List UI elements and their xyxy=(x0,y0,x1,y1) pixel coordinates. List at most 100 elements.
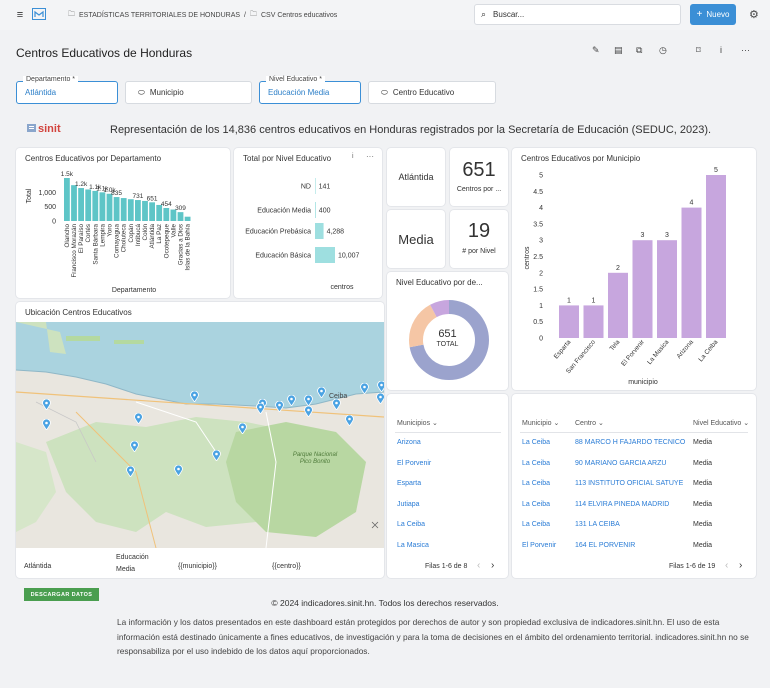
more-icon[interactable]: ··· xyxy=(741,45,750,55)
table-row[interactable]: El Porvenir 164 EL PORVENIR Media xyxy=(512,542,756,554)
app-logo-icon[interactable] xyxy=(32,8,46,20)
dept-bar xyxy=(120,198,127,221)
filter-centro[interactable]: ⬭ Centro Educativo xyxy=(368,81,496,104)
map-marker-icon[interactable] xyxy=(125,466,135,477)
filter-municipio[interactable]: ⬭ Municipio xyxy=(125,81,252,104)
cell-municipio[interactable]: La Ceiba xyxy=(522,460,550,467)
cell-centro[interactable]: 90 MARIANO GARCIA ARZU xyxy=(575,460,666,467)
col-nivel-label: Nivel Educativo xyxy=(693,420,742,427)
muni-list-item[interactable]: Jutiapa xyxy=(397,501,420,508)
nivel-category-label: Educación Básica xyxy=(255,253,311,260)
cell-municipio[interactable]: La Ceiba xyxy=(522,501,550,508)
new-button[interactable]: + Nuevo xyxy=(690,4,736,25)
map-marker-icon[interactable] xyxy=(274,401,284,412)
map-marker-icon[interactable] xyxy=(133,413,143,424)
map-marker-icon[interactable] xyxy=(173,465,183,476)
map-marker-icon[interactable] xyxy=(211,450,221,461)
next-page-icon[interactable]: › xyxy=(739,560,742,571)
muni-ytick: 3 xyxy=(539,238,543,245)
footer-copyright: © 2024 indicadores.sinit.hn. Todos los d… xyxy=(271,598,499,608)
table-row[interactable]: La Ceiba 88 MARCO H FAJARDO TECNICO Media xyxy=(512,439,756,451)
col-municipio[interactable]: Municipio ⌄ xyxy=(522,419,559,427)
external-link-icon[interactable]: ⧉ xyxy=(636,45,642,56)
history-icon[interactable]: ◷ xyxy=(659,45,667,56)
map-marker-icon[interactable] xyxy=(331,399,341,410)
cell-municipio[interactable]: La Ceiba xyxy=(522,521,550,528)
kpi-level-name: Media xyxy=(398,232,434,247)
folder-icon: 🗀 xyxy=(68,11,75,18)
prev-page-icon[interactable]: ‹ xyxy=(725,560,728,571)
muni-list-header[interactable]: Municipios ⌄ xyxy=(397,419,438,427)
cell-centro[interactable]: 113 INSTITUTO OFICIAL SATUYE xyxy=(575,480,683,487)
map-marker-icon[interactable] xyxy=(344,415,354,426)
search-input[interactable]: Buscar... xyxy=(493,10,524,19)
cell-nivel: Media xyxy=(693,480,713,487)
cell-municipio[interactable]: El Porvenir xyxy=(522,542,556,549)
muni-list-item[interactable]: La Masica xyxy=(397,542,429,549)
map-marker-icon[interactable] xyxy=(237,423,247,434)
map-marker-icon[interactable] xyxy=(255,403,265,414)
dept-bar xyxy=(142,200,148,221)
cell-centro[interactable]: 164 EL PORVENIR xyxy=(575,542,635,549)
map-marker-icon[interactable] xyxy=(303,395,313,406)
cell-centro[interactable]: 88 MARCO H FAJARDO TECNICO xyxy=(575,439,685,446)
edit-icon[interactable]: ✎ xyxy=(592,45,600,56)
search-box[interactable]: ⌕ Buscar... xyxy=(474,4,681,25)
map-area[interactable]: Ceiba Parque Nacional Pico Bonito xyxy=(16,322,384,548)
table-row[interactable]: La Ceiba 113 INSTITUTO OFICIAL SATUYE Medi… xyxy=(512,480,756,492)
muni-list-item[interactable]: Esparta xyxy=(397,480,421,487)
map-marker-icon[interactable] xyxy=(303,406,313,417)
bookmark-icon[interactable]: ⌑ xyxy=(696,45,701,56)
map-footer-municipio-template: {{municipio}} xyxy=(178,563,217,570)
gear-icon[interactable]: ⚙ xyxy=(749,8,759,21)
kpi-per-level-label: # por Nivel xyxy=(462,248,496,255)
cell-centro[interactable]: 114 ELVIRA PINEDA MADRID xyxy=(575,501,669,508)
col-centro[interactable]: Centro ⌄ xyxy=(575,419,604,427)
filter-nivel[interactable]: Nivel Educativo * Educación Media xyxy=(259,76,361,104)
kpi-centers-value: 651 xyxy=(462,159,496,181)
prev-page-icon[interactable]: ‹ xyxy=(477,560,480,571)
table-row[interactable]: La Ceiba 131 LA CEIBA Media xyxy=(512,521,756,533)
nivel-value-label: 10,007 xyxy=(338,253,360,260)
map-marker-icon[interactable] xyxy=(359,383,369,394)
banner-text: Representación de los 14,836 centros edu… xyxy=(110,124,712,136)
dept-category-label: Ocotepeque xyxy=(163,224,170,259)
table-row[interactable]: La Ceiba 90 MARIANO GARCIA ARZU Media xyxy=(512,460,756,472)
breadcrumb-current[interactable]: CSV Centros educativos xyxy=(261,12,337,19)
dept-bar-label: 651 xyxy=(147,195,158,202)
muni-list-item[interactable]: Arizona xyxy=(397,439,421,446)
muni-list-item[interactable]: El Porvenir xyxy=(397,460,431,467)
muni-ytick: 1 xyxy=(539,303,543,310)
map-marker-icon[interactable] xyxy=(316,387,326,398)
title-actions: ✎ ▤ ⧉ ◷ ⌑ i ··· xyxy=(590,45,760,57)
dept-bar xyxy=(113,197,120,221)
info-icon[interactable]: i xyxy=(720,45,722,55)
muni-ytick: 4 xyxy=(539,205,543,212)
cell-centro[interactable]: 131 LA CEIBA xyxy=(575,521,620,528)
next-page-icon[interactable]: › xyxy=(491,560,494,571)
map-marker-icon[interactable] xyxy=(41,419,51,430)
map-marker-icon[interactable] xyxy=(376,381,385,392)
filter-departamento[interactable]: Departamento * Atlántida xyxy=(16,76,118,104)
muni-bar xyxy=(706,175,726,338)
map-marker-icon[interactable] xyxy=(286,395,296,406)
share-icon[interactable]: ▤ xyxy=(614,45,623,56)
map-marker-icon[interactable] xyxy=(41,399,51,410)
map-marker-icon[interactable] xyxy=(189,391,199,402)
table-row[interactable]: La Ceiba 114 ELVIRA PINEDA MADRID Media xyxy=(512,501,756,513)
dept-bar xyxy=(71,185,77,221)
dept-category-label: Colón xyxy=(142,224,149,241)
map-park-label: Parque Nacional Pico Bonito xyxy=(292,452,338,465)
breadcrumb: 🗀 ESTADÍSTICAS TERRITORIALES DE HONDURAS… xyxy=(68,10,337,21)
dept-ylabel: Total xyxy=(26,188,33,203)
muni-list-item[interactable]: La Ceiba xyxy=(397,521,425,528)
col-municipio-label: Municipio xyxy=(522,420,552,427)
col-nivel[interactable]: Nivel Educativo ⌄ xyxy=(693,419,749,427)
map-marker-icon[interactable] xyxy=(129,441,139,452)
cell-municipio[interactable]: La Ceiba xyxy=(522,439,550,446)
breadcrumb-root[interactable]: ESTADÍSTICAS TERRITORIALES DE HONDURAS xyxy=(79,12,240,19)
cell-municipio[interactable]: La Ceiba xyxy=(522,480,550,487)
hamburger-menu-icon[interactable]: ≡ xyxy=(14,9,26,21)
muni-ytick: 0 xyxy=(539,336,543,343)
map-marker-icon[interactable] xyxy=(375,393,385,404)
